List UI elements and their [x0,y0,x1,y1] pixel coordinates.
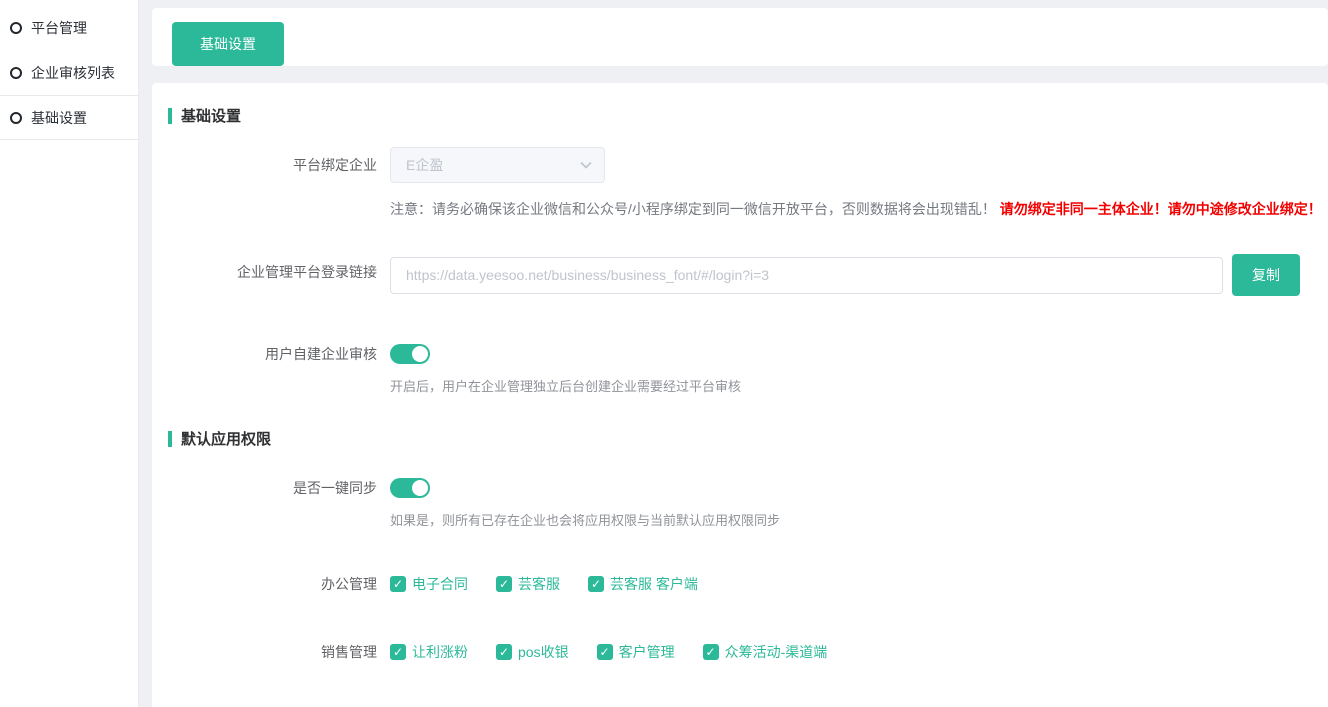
chevron-down-icon [580,161,592,169]
settings-card: 基础设置 平台绑定企业 E企盈 注意：请务必确保该企业微信和公众号/小程序绑定到… [152,83,1328,707]
sidebar-item[interactable]: 企业审核列表 [0,50,138,95]
permission-checkbox[interactable]: ✓ 众筹活动-渠道端 [703,642,828,662]
permission-group-label: 销售管理 [152,642,390,662]
permission-groups: 办公管理 ✓ 电子合同 ✓ 芸客服 ✓ 芸客服 客户端 销售管理 ✓ 让利涨粉 … [168,574,1328,707]
checkbox-icon: ✓ [703,644,719,660]
permission-checkbox-label: 客户管理 [619,642,675,662]
permission-checkbox-label: 芸客服 客户端 [610,574,698,594]
bind-company-note: 注意：请务必确保该企业微信和公众号/小程序绑定到同一微信开放平台，否则数据将会出… [390,198,1328,220]
note-red-warning: 请勿绑定非同一主体企业！请勿中途修改企业绑定！ [1000,201,1322,217]
permission-checkbox[interactable]: ✓ 芸客服 [496,574,560,594]
bind-company-label: 平台绑定企业 [152,147,390,220]
bind-company-selected-value: E企盈 [406,155,443,175]
permission-checkbox[interactable]: ✓ 电子合同 [390,574,468,594]
permission-checkbox-label: 芸客服 [518,574,560,594]
permission-checkbox[interactable]: ✓ 让利涨粉 [390,642,468,662]
sidebar-item[interactable]: 基础设置 [0,95,138,140]
permission-group-label: 办公管理 [152,574,390,594]
sidebar-item[interactable]: 平台管理 [0,5,138,50]
one-key-sync-label: 是否一键同步 [152,470,390,529]
section-title-basic: 基础设置 [168,105,1328,126]
section-title-permissions: 默认应用权限 [168,428,1328,449]
permission-row: 办公管理 ✓ 电子合同 ✓ 芸客服 ✓ 芸客服 客户端 [152,574,1328,594]
form-row-self-audit: 用户自建企业审核 开启后，用户在企业管理独立后台创建企业需要经过平台审核 [152,336,1328,395]
self-audit-helper: 开启后，用户在企业管理独立后台创建企业需要经过平台审核 [390,376,1328,395]
permission-checkbox[interactable]: ✓ pos收银 [496,642,569,662]
checkbox-icon: ✓ [390,576,406,592]
checkbox-icon: ✓ [597,644,613,660]
permission-checkbox[interactable]: ✓ 芸客服 客户端 [588,574,698,594]
section-accent-bar [168,431,172,447]
basic-settings-tab-button[interactable]: 基础设置 [172,22,284,66]
sidebar: 平台管理 企业审核列表 基础设置 [0,0,139,707]
radio-circle-icon [10,67,22,79]
checkbox-icon: ✓ [390,644,406,660]
sidebar-item-label: 平台管理 [31,18,87,38]
section-title-text: 默认应用权限 [181,428,271,449]
sidebar-menu: 平台管理 企业审核列表 基础设置 [0,5,138,140]
bind-company-select[interactable]: E企盈 [390,147,605,183]
self-audit-label: 用户自建企业审核 [152,336,390,395]
login-link-label: 企业管理平台登录链接 [152,254,390,296]
permission-checkbox-label: 电子合同 [412,574,468,594]
checkbox-icon: ✓ [588,576,604,592]
permission-checkbox-label: pos收银 [518,642,569,662]
permission-checkbox-label: 让利涨粉 [412,642,468,662]
toggle-knob [412,346,428,362]
checkbox-icon: ✓ [496,576,512,592]
toolbar-card: 基础设置 [152,8,1328,66]
sidebar-item-label: 基础设置 [31,108,87,128]
one-key-sync-toggle[interactable] [390,478,430,498]
main-area: 基础设置 基础设置 平台绑定企业 E企盈 注意：请务必确保该企业微信和公众号/小… [139,0,1328,707]
checkbox-icon: ✓ [496,644,512,660]
sidebar-item-label: 企业审核列表 [31,63,115,83]
radio-circle-icon [10,22,22,34]
self-audit-toggle[interactable] [390,344,430,364]
section-accent-bar [168,108,172,124]
note-gray-text: 注意：请务必确保该企业微信和公众号/小程序绑定到同一微信开放平台，否则数据将会出… [390,201,996,217]
permission-checkbox-label: 众筹活动-渠道端 [725,642,828,662]
login-link-input[interactable] [390,257,1223,294]
form-row-one-key-sync: 是否一键同步 如果是，则所有已存在企业也会将应用权限与当前默认应用权限同步 [152,470,1328,529]
radio-circle-icon [10,112,22,124]
toggle-knob [412,480,428,496]
permission-row: 销售管理 ✓ 让利涨粉 ✓ pos收银 ✓ 客户管理 ✓ 众筹活动-渠道端 [152,642,1328,662]
section-title-text: 基础设置 [181,105,241,126]
form-row-login-link: 企业管理平台登录链接 复制 [152,254,1328,296]
one-key-sync-helper: 如果是，则所有已存在企业也会将应用权限与当前默认应用权限同步 [390,510,1328,529]
form-row-bind-company: 平台绑定企业 E企盈 注意：请务必确保该企业微信和公众号/小程序绑定到同一微信开… [152,147,1328,220]
permission-checkbox[interactable]: ✓ 客户管理 [597,642,675,662]
copy-button[interactable]: 复制 [1232,254,1300,296]
